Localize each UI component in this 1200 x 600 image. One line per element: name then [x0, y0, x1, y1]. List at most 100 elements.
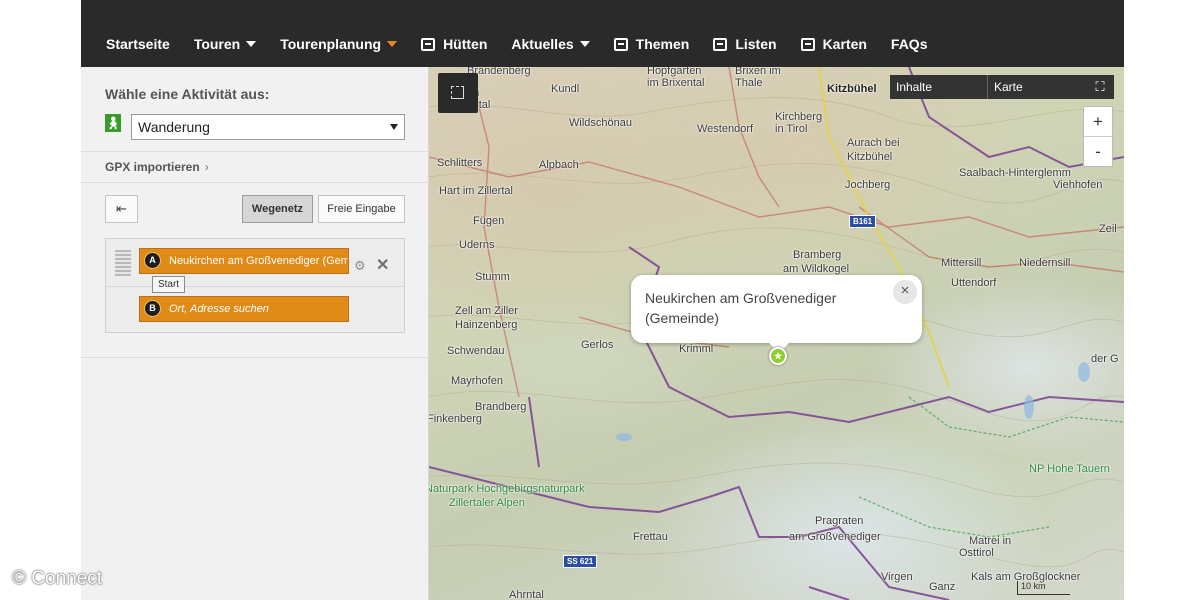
map-place-label: Hainzenberg [455, 319, 518, 331]
map-place-label: Pragraten [815, 515, 864, 527]
map-place-label: Kitzbühel [827, 83, 877, 95]
nav-item-listen[interactable]: Listen [713, 36, 777, 52]
back-arrow-icon: ⇤ [116, 201, 127, 216]
nav-item-label: Startseite [106, 36, 170, 52]
start-tooltip: Start [152, 276, 185, 293]
map-place-label: am Wildkogel [783, 263, 850, 275]
map-place-label: Kirchberg [775, 111, 823, 123]
map-place-label: Brandberg [475, 401, 527, 413]
location-popup: Neukirchen am Großvenediger (Gemeinde) × [631, 275, 922, 353]
chevron-right-icon: › [204, 160, 209, 174]
activity-select[interactable]: Wanderung [131, 114, 405, 140]
chevron-down-icon [579, 41, 590, 47]
crop-button[interactable] [438, 73, 478, 113]
map-place-label: Bramberg [793, 249, 842, 261]
waypoint-b-badge: B [144, 300, 161, 317]
nav-item-label: Aktuelles [511, 36, 574, 52]
map-place-label: Kitzbühel [847, 151, 893, 163]
map-place-label: Hopfgarten [647, 67, 702, 77]
map-place-label: Ganz [929, 581, 956, 593]
map-place-label: der G [1091, 353, 1119, 365]
map-place-label: Schlitters [437, 157, 483, 169]
waypoint-b-field[interactable]: B Ort, Adresse suchen [139, 296, 349, 322]
map-place-label: Fügen [473, 215, 505, 227]
layer-switcher: Inhalte Karte ⛶ [890, 75, 1114, 99]
activity-label: Wähle eine Aktivität aus: [105, 86, 270, 102]
map-place-label: Kundl [551, 83, 580, 95]
gpx-import-link[interactable]: GPX importieren › [105, 160, 209, 174]
activity-select-value: Wanderung [138, 119, 210, 135]
map-place-label: Zell am Ziller [455, 305, 518, 317]
zoom-in-button[interactable]: + [1084, 107, 1112, 137]
map-place-label: Niedernsill [1019, 257, 1071, 269]
divider [81, 151, 429, 152]
chevron-down-icon [246, 41, 257, 47]
undo-button[interactable]: ⇤ [105, 195, 138, 223]
tab-karte[interactable]: Karte [988, 75, 1086, 99]
nav-item-label: FAQs [890, 36, 928, 52]
themes-icon [613, 37, 628, 51]
map-place-label: Osttirol [959, 547, 994, 559]
waypoint-a-field[interactable]: A Neukirchen am Großvenediger (Gem [139, 248, 349, 274]
map-place-label: Frettau [633, 531, 668, 543]
map-place-label: am Großvenediger [789, 531, 881, 543]
nav-item-h-tten[interactable]: Hütten [421, 36, 487, 52]
nav-item-aktuelles[interactable]: Aktuelles [511, 36, 590, 52]
divider [106, 286, 404, 287]
nav-item-karten[interactable]: Karten [800, 36, 867, 52]
map-place-label: Stumm [475, 271, 510, 283]
nav-item-faqs[interactable]: FAQs [891, 36, 928, 52]
map-place-label: Schwendau [447, 345, 505, 357]
zoom-out-button[interactable]: - [1084, 137, 1112, 167]
map-place-label: Zeil [1099, 223, 1117, 235]
map-place-label: Westendorf [697, 123, 754, 135]
nav-item-label: Karten [822, 36, 867, 52]
drag-handle-icon[interactable] [115, 250, 131, 276]
map-place-label: Mayrhofen [451, 375, 503, 387]
close-icon[interactable]: ✕ [376, 255, 389, 275]
gear-icon[interactable]: ⚙ [354, 258, 366, 274]
map-place-label: Jochberg [845, 179, 891, 191]
map-place-label: Saalbach-Hinterglemm [959, 167, 1071, 179]
waypoint-list: A Neukirchen am Großvenediger (Gem ⚙ ✕ B… [105, 238, 405, 333]
waypoint-b-placeholder: Ort, Adresse suchen [169, 303, 269, 315]
map-place-label: Krimml [679, 343, 714, 355]
nav-item-label: Listen [735, 36, 777, 52]
map-place-label: Gerlos [581, 339, 614, 351]
map-park-label: Zillertaler Alpen [449, 497, 525, 509]
app-frame: Startseite Touren Tourenplanung Hütten Aktue… [81, 0, 1124, 600]
map-place-label: Mittersill [941, 257, 982, 269]
location-pin-icon[interactable]: ★ [769, 347, 787, 365]
map-place-label: Virgen [881, 571, 913, 583]
nav-item-label: Hütten [443, 36, 488, 52]
mode-free-input-button[interactable]: Freie Eingabe [318, 195, 405, 223]
map-park-label: NP Hohe Tauern [1029, 463, 1110, 475]
list-icon [713, 37, 728, 51]
map-place-label: Uderns [459, 239, 495, 251]
zoom-control: + - [1083, 106, 1113, 167]
hut-icon [421, 37, 436, 51]
nav-item-tourenplanung[interactable]: Tourenplanung [280, 36, 398, 52]
fullscreen-icon[interactable]: ⛶ [1086, 75, 1114, 99]
mode-wegenetz-button[interactable]: Wegenetz [242, 195, 313, 223]
page: Startseite Touren Tourenplanung Hütten Aktue… [0, 0, 1200, 600]
waypoint-a-value: Neukirchen am Großvenediger (Gem [169, 255, 349, 267]
divider [81, 182, 429, 183]
nav-item-startseite[interactable]: Startseite [106, 36, 170, 52]
tab-inhalte[interactable]: Inhalte [890, 75, 988, 99]
nav-item-label: Tourenplanung [280, 36, 382, 52]
route-planner-sidebar: Wähle eine Aktivität aus: 🚶︎ Wanderung G… [81, 67, 429, 600]
watermark: © Connect [12, 568, 103, 589]
waypoint-a-badge: A [144, 252, 161, 269]
scale-bar: 10 km [1017, 581, 1070, 595]
map-place-label: Alpbach [539, 159, 579, 171]
popup-text: Neukirchen am Großvenediger (Gemeinde) [645, 290, 837, 326]
nav-item-touren[interactable]: Touren [194, 36, 257, 52]
popup-close-button[interactable]: × [893, 280, 917, 304]
nav-item-themen[interactable]: Themen [613, 36, 689, 52]
map-place-label: Aurach bei [847, 137, 900, 149]
hiker-icon: 🚶︎ [105, 114, 121, 132]
map-place-label: Uttendorf [951, 277, 997, 289]
map-view[interactable]: Brandenberg Kundl Hopfgarten im Brixental Br… [429, 67, 1124, 600]
top-navigation-bar: Startseite Touren Tourenplanung Hütten Aktue… [81, 0, 1124, 67]
